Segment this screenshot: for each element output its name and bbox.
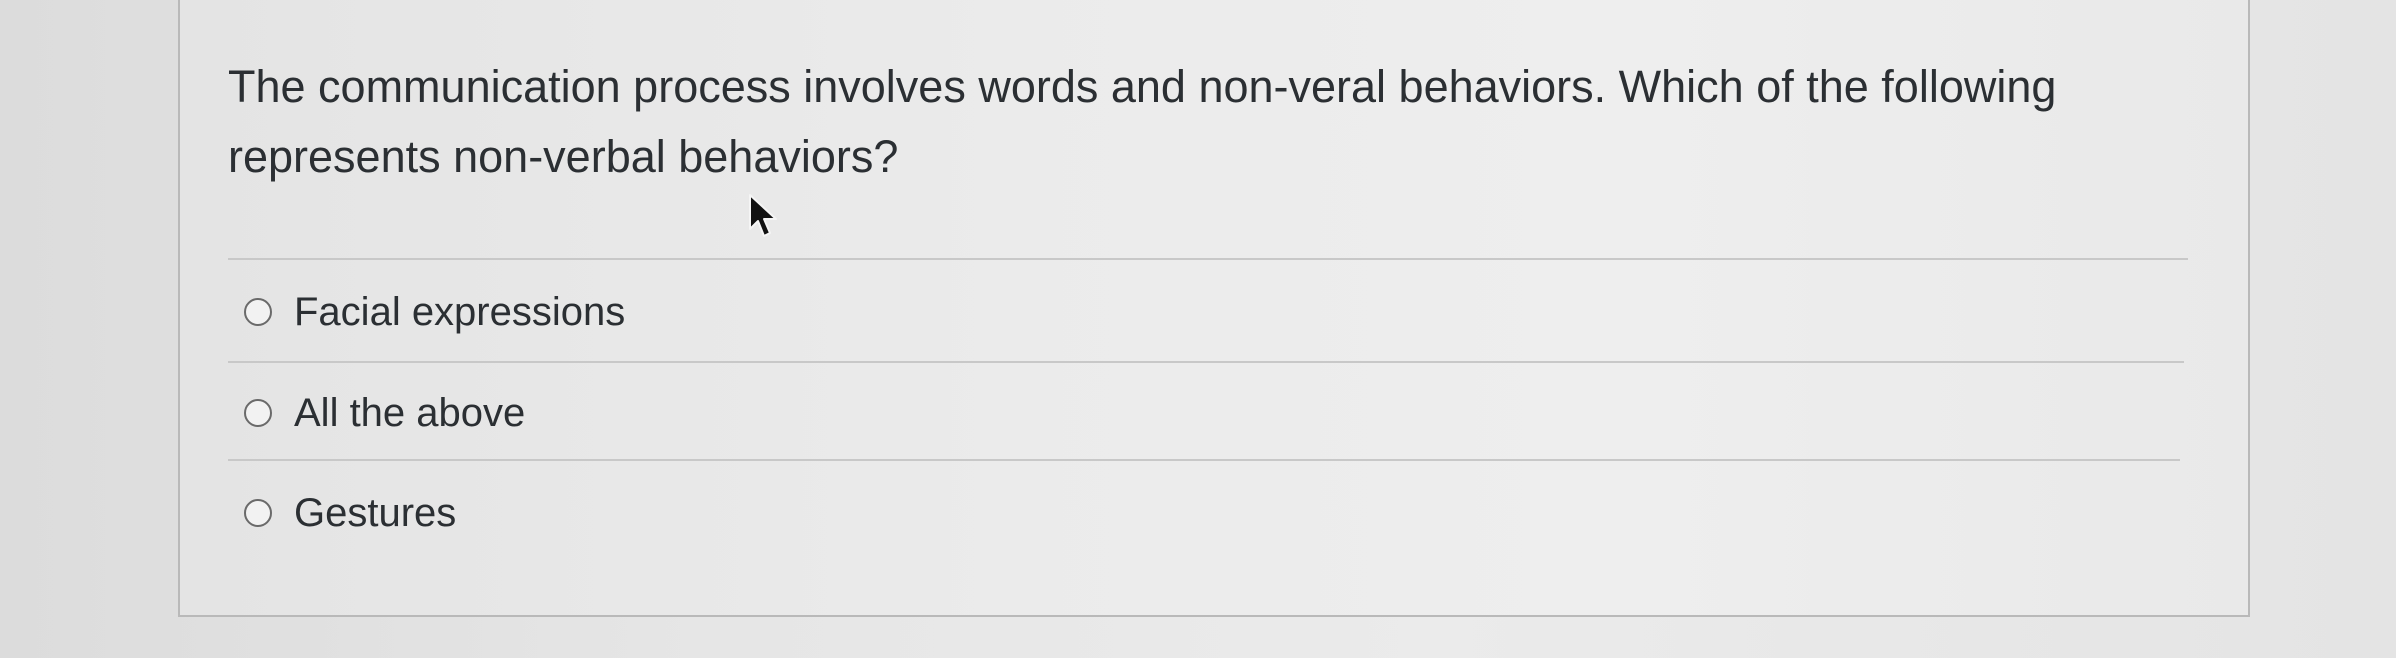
mouse-pointer-icon — [749, 194, 777, 237]
answer-label: Gestures — [294, 491, 457, 535]
radio-button-icon[interactable] — [244, 499, 272, 527]
question-divider — [228, 258, 2188, 260]
answer-option-all-the-above[interactable]: All the above — [244, 388, 525, 438]
answer-divider — [228, 459, 2180, 461]
question-card: The communication process involves words… — [178, 0, 2250, 617]
question-text: The communication process involves words… — [228, 61, 2057, 182]
answer-option-facial-expressions[interactable]: Facial expressions — [244, 287, 625, 337]
answer-label: All the above — [294, 391, 526, 435]
answer-label: Facial expressions — [294, 290, 626, 334]
radio-button-icon[interactable] — [244, 399, 272, 427]
answer-option-gestures[interactable]: Gestures — [244, 488, 456, 538]
answer-divider — [228, 361, 2184, 363]
radio-button-icon[interactable] — [244, 298, 272, 326]
